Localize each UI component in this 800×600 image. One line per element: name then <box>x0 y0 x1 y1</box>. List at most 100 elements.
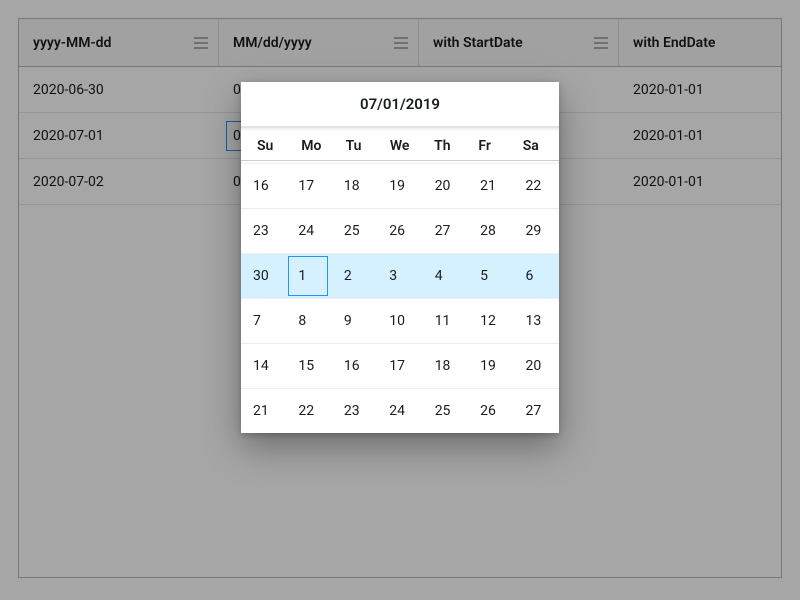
calendar-day[interactable]: 18 <box>423 344 468 388</box>
calendar-day[interactable]: 10 <box>377 299 422 343</box>
calendar-day[interactable]: 13 <box>514 299 559 343</box>
calendar-day[interactable]: 16 <box>241 164 286 208</box>
calendar-day[interactable]: 23 <box>332 389 377 433</box>
weekday-label: Su <box>245 138 289 154</box>
calendar-day-number: 20 <box>526 358 542 374</box>
calendar-day[interactable]: 26 <box>377 209 422 253</box>
calendar-day[interactable]: 22 <box>286 389 331 433</box>
weekday-label: Fr <box>466 138 510 154</box>
calendar-day-number: 28 <box>480 223 496 239</box>
calendar-day[interactable]: 17 <box>377 344 422 388</box>
calendar-week-row: 21 22 23 24 25 26 27 <box>241 389 559 433</box>
calendar-day[interactable]: 28 <box>468 209 513 253</box>
calendar-day[interactable]: 8 <box>286 299 331 343</box>
weekday-label: Th <box>422 138 466 154</box>
calendar-day-number: 9 <box>344 313 352 329</box>
date-picker-title-label: 07/01/2019 <box>360 95 440 113</box>
calendar-day-number: 1 <box>298 268 306 284</box>
calendar-day[interactable]: 30 <box>241 254 286 298</box>
calendar-day[interactable]: 19 <box>377 164 422 208</box>
calendar-day-number: 19 <box>480 358 496 374</box>
calendar-day-number: 27 <box>435 223 451 239</box>
calendar-day-number: 8 <box>298 313 306 329</box>
calendar-day-number: 6 <box>526 268 534 284</box>
calendar-day[interactable]: 17 <box>286 164 331 208</box>
weekday-label: We <box>378 138 422 154</box>
calendar-day[interactable]: 25 <box>332 209 377 253</box>
calendar-day[interactable]: 12 <box>468 299 513 343</box>
calendar-day-number: 17 <box>298 178 314 194</box>
calendar-day[interactable]: 11 <box>423 299 468 343</box>
calendar-week-row: 7 8 9 10 11 12 13 <box>241 299 559 344</box>
calendar-day[interactable]: 23 <box>241 209 286 253</box>
calendar-day-number: 4 <box>435 268 443 284</box>
calendar-day[interactable]: 14 <box>241 344 286 388</box>
calendar-day-number: 7 <box>253 313 261 329</box>
calendar-day-number: 13 <box>526 313 542 329</box>
date-picker-popup: 07/01/2019 Su Mo Tu We Th Fr Sa 16171819… <box>241 82 559 433</box>
calendar-day-number: 26 <box>480 403 496 419</box>
calendar-day[interactable]: 16 <box>332 344 377 388</box>
calendar-day[interactable]: 20 <box>514 344 559 388</box>
calendar-day-number: 20 <box>435 178 451 194</box>
calendar-day[interactable]: 29 <box>514 209 559 253</box>
calendar-day-number: 18 <box>344 178 360 194</box>
calendar-day[interactable]: 21 <box>468 164 513 208</box>
calendar-day-number: 2 <box>344 268 352 284</box>
calendar-day[interactable]: 24 <box>286 209 331 253</box>
calendar-day[interactable]: 15 <box>286 344 331 388</box>
calendar-day[interactable]: 4 <box>423 254 468 298</box>
calendar-grid: 1617181920212223242526272829301234567891… <box>241 164 559 433</box>
calendar-day[interactable]: 19 <box>468 344 513 388</box>
calendar-day-number: 30 <box>253 268 269 284</box>
calendar-day[interactable]: 25 <box>423 389 468 433</box>
weekday-label: Tu <box>334 138 378 154</box>
weekday-label: Mo <box>289 138 333 154</box>
calendar-week-row: 23 24 25 26 27 28 29 <box>241 209 559 254</box>
calendar-day-number: 16 <box>344 358 360 374</box>
calendar-day-number: 19 <box>389 178 405 194</box>
calendar-day-number: 23 <box>253 223 269 239</box>
calendar-day-number: 18 <box>435 358 451 374</box>
calendar-day-number: 24 <box>298 223 314 239</box>
calendar-day[interactable]: 5 <box>468 254 513 298</box>
calendar-day[interactable]: 18 <box>332 164 377 208</box>
calendar-day-number: 29 <box>526 223 542 239</box>
calendar-day-number: 25 <box>344 223 360 239</box>
calendar-day-number: 21 <box>480 178 496 194</box>
calendar-day-number: 15 <box>298 358 314 374</box>
calendar-day[interactable]: 2 <box>332 254 377 298</box>
calendar-day-number: 11 <box>435 313 451 329</box>
weekday-header-row: Su Mo Tu We Th Fr Sa <box>241 128 559 160</box>
calendar-day[interactable]: 21 <box>241 389 286 433</box>
calendar-day-number: 22 <box>526 178 542 194</box>
calendar-day-number: 24 <box>389 403 405 419</box>
calendar-day[interactable]: 9 <box>332 299 377 343</box>
calendar-day[interactable]: 22 <box>514 164 559 208</box>
calendar-day[interactable]: 26 <box>468 389 513 433</box>
calendar-day-number: 16 <box>253 178 269 194</box>
calendar-day-number: 14 <box>253 358 269 374</box>
calendar-day-number: 23 <box>344 403 360 419</box>
calendar-day[interactable]: 20 <box>423 164 468 208</box>
calendar-week-row: 16 17 18 19 20 21 22 <box>241 164 559 209</box>
calendar-day-number: 21 <box>253 403 269 419</box>
weekday-label: Sa <box>511 138 555 154</box>
calendar-day[interactable]: 24 <box>377 389 422 433</box>
calendar-day[interactable]: 7 <box>241 299 286 343</box>
calendar-day[interactable]: 27 <box>514 389 559 433</box>
calendar-week-row: 14 15 16 17 18 19 20 <box>241 344 559 389</box>
calendar-day-number: 5 <box>480 268 488 284</box>
calendar-day-number: 10 <box>389 313 405 329</box>
calendar-day-number: 3 <box>389 268 397 284</box>
calendar-day[interactable]: 3 <box>377 254 422 298</box>
calendar-day-number: 27 <box>526 403 542 419</box>
calendar-day[interactable]: 1 <box>286 254 331 298</box>
calendar-week-row: 30 1 2 3 4 5 6 <box>241 254 559 299</box>
date-picker-title[interactable]: 07/01/2019 <box>241 82 559 128</box>
calendar-day[interactable]: 6 <box>514 254 559 298</box>
calendar-day-number: 25 <box>435 403 451 419</box>
calendar-day[interactable]: 27 <box>423 209 468 253</box>
calendar-day-number: 12 <box>480 313 496 329</box>
calendar-day-number: 26 <box>389 223 405 239</box>
